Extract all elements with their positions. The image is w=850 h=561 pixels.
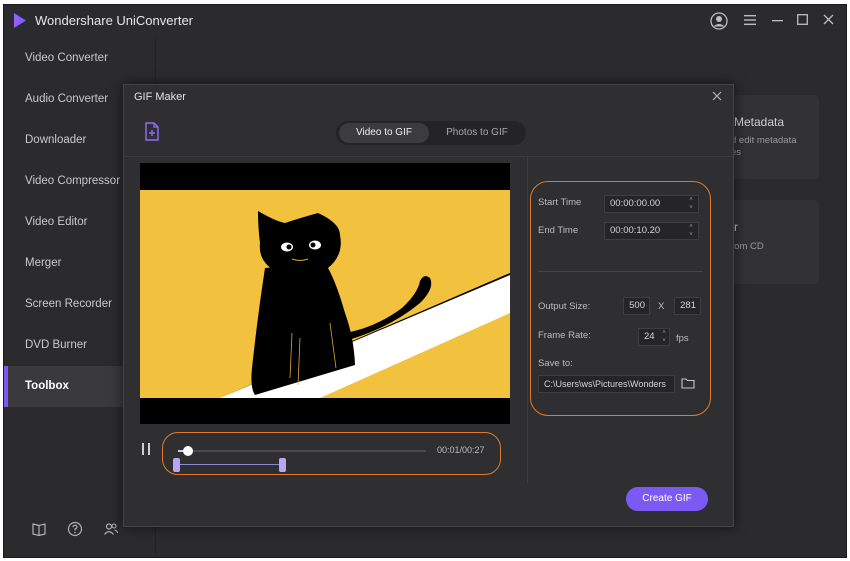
card-description: rom CD (731, 241, 764, 252)
tab-video-to-gif[interactable]: Video to GIF (339, 123, 429, 143)
card-title: r (734, 220, 738, 234)
video-frame-image (140, 163, 510, 424)
create-gif-button[interactable]: Create GIF (626, 487, 708, 511)
divider (124, 156, 733, 157)
title-bar: Wondershare UniConverter (4, 5, 846, 37)
dialog-title: GIF Maker (134, 91, 186, 103)
card-title: Metadata (734, 115, 785, 129)
mode-tabs: Video to GIF Photos to GIF (336, 121, 526, 145)
account-icon[interactable] (709, 11, 729, 31)
sidebar-item-video-converter[interactable]: Video Converter (4, 38, 156, 79)
close-icon[interactable] (710, 89, 724, 103)
tab-photos-to-gif[interactable]: Photos to GIF (431, 123, 523, 143)
book-icon[interactable] (31, 521, 47, 537)
sidebar-item-label: Video Compressor (25, 175, 121, 187)
app-logo-icon (14, 13, 26, 28)
highlight-oval (530, 181, 711, 416)
pause-button[interactable] (142, 443, 152, 455)
sidebar-item-label: DVD Burner (25, 339, 87, 351)
users-icon[interactable] (103, 521, 119, 537)
sidebar-item-label: Video Converter (25, 52, 108, 64)
sidebar-item-label: Merger (25, 257, 62, 269)
pause-icon (148, 443, 150, 455)
video-preview (140, 163, 510, 424)
help-icon[interactable] (67, 521, 83, 537)
add-file-icon[interactable] (144, 122, 162, 142)
pause-icon (142, 443, 144, 455)
app-window: Wondershare UniConverter Video Converter… (3, 4, 847, 558)
sidebar-item-label: Video Editor (25, 216, 88, 228)
sidebar-item-label: Screen Recorder (25, 298, 112, 310)
maximize-icon[interactable] (792, 11, 812, 31)
minimize-icon[interactable] (767, 11, 787, 31)
card-description: d edit metadata (731, 135, 797, 146)
divider (527, 157, 528, 483)
sidebar-item-label: Downloader (25, 134, 87, 146)
menu-icon[interactable] (740, 11, 760, 31)
gif-maker-dialog: GIF Maker Video to GIF Photos to GIF 00:… (123, 84, 734, 527)
highlight-oval (162, 432, 501, 475)
close-window-icon[interactable] (818, 11, 838, 31)
sidebar-item-label: Audio Converter (25, 93, 109, 105)
app-title: Wondershare UniConverter (35, 13, 193, 28)
sidebar-item-label: Toolbox (25, 380, 69, 392)
